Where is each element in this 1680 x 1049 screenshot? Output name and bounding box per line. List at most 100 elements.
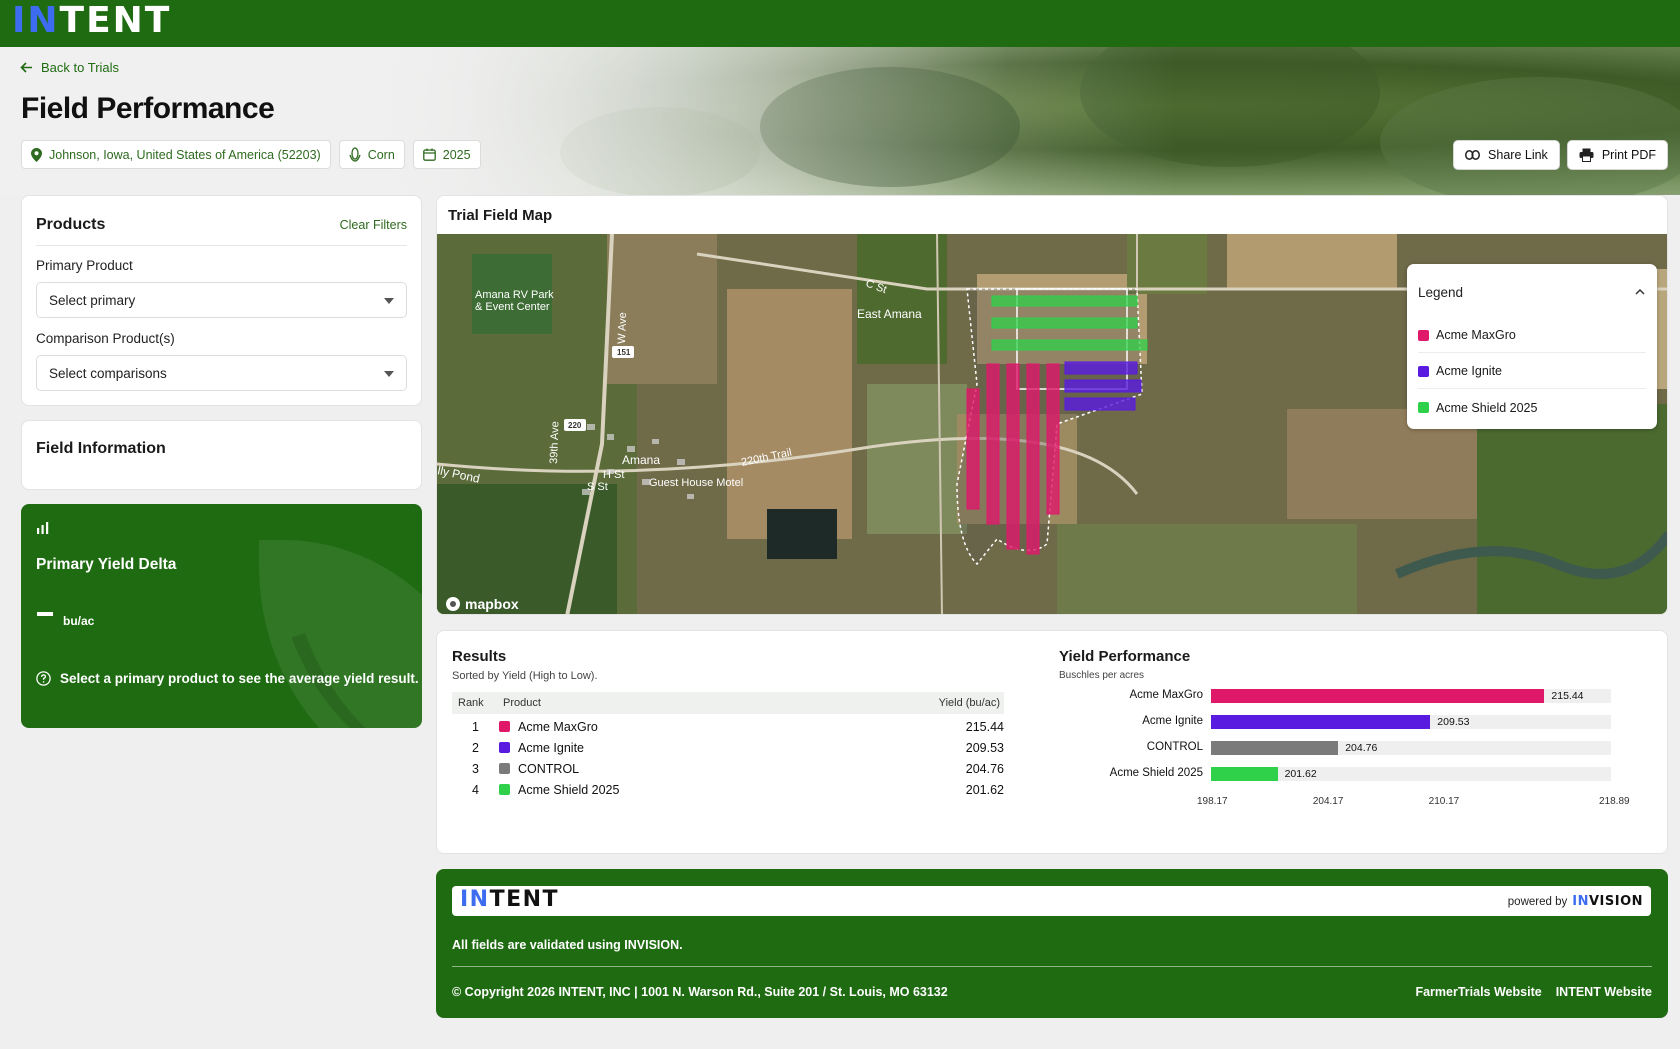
product-swatch xyxy=(499,784,510,795)
map-label: W Ave xyxy=(616,312,629,344)
comparison-select-value: Select comparisons xyxy=(49,365,167,381)
comparison-product-label: Comparison Product(s) xyxy=(36,331,175,346)
calendar-icon xyxy=(422,148,436,161)
copyright: © Copyright 2026 INTENT, INC | 1001 N. W… xyxy=(452,985,948,999)
table-row[interactable]: 1 Acme MaxGro 215.44 xyxy=(452,716,1004,737)
product-swatch xyxy=(499,742,510,753)
map-label: H St xyxy=(603,469,624,481)
crop-text: Corn xyxy=(367,147,395,162)
map-pin-icon xyxy=(31,147,42,162)
yield-cell: 201.62 xyxy=(965,783,1004,797)
primary-product-select[interactable]: Select primary xyxy=(36,282,407,318)
primary-product-label: Primary Product xyxy=(36,258,133,273)
location-chip: Johnson, Iowa, United States of America … xyxy=(21,140,331,169)
chart-title: Yield Performance xyxy=(1059,648,1191,665)
table-header: Rank Product Yield (bu/ac) xyxy=(452,692,1004,714)
share-link-button[interactable]: Share Link xyxy=(1453,140,1560,170)
yield-cell: 209.53 xyxy=(965,741,1004,755)
footer-brand-bar: INTENT powered by INVISION xyxy=(452,886,1651,916)
top-bar: INTENT xyxy=(0,0,1680,47)
clear-filters-button[interactable]: Clear Filters xyxy=(340,218,407,232)
products-title: Products xyxy=(36,216,106,233)
powered-by: powered by INVISION xyxy=(1508,894,1643,909)
map-label: Guest House Motel xyxy=(649,477,743,489)
chevron-up-icon[interactable] xyxy=(1635,288,1645,295)
print-pdf-button[interactable]: Print PDF xyxy=(1566,140,1668,170)
legend-title: Legend xyxy=(1418,285,1464,300)
mapbox-logo-icon xyxy=(446,597,460,611)
product-swatch xyxy=(499,721,510,732)
footer-intent-logo[interactable]: INTENT xyxy=(460,887,559,912)
bar[interactable] xyxy=(1211,715,1431,729)
bar-label: Acme MaxGro xyxy=(1129,689,1204,701)
year-chip: 2025 xyxy=(412,140,481,169)
bar-label: CONTROL xyxy=(1146,741,1203,753)
product-swatch xyxy=(499,763,510,774)
farmertrials-website-link[interactable]: FarmerTrials Website xyxy=(1415,985,1541,999)
bar-label: Acme Ignite xyxy=(1142,715,1203,727)
page-actions: Share Link Print PDF xyxy=(1453,140,1668,170)
map-label: Amana RV Park xyxy=(475,289,554,301)
footer: INTENT powered by INVISION All fields ar… xyxy=(436,869,1668,1018)
link-icon xyxy=(1465,150,1480,160)
bar-value-label: 201.62 xyxy=(1284,768,1317,780)
yield-cell: 204.76 xyxy=(965,762,1004,776)
bar[interactable] xyxy=(1211,767,1278,781)
bar[interactable] xyxy=(1211,689,1545,703)
primary-yield-delta-title: Primary Yield Delta xyxy=(36,556,177,573)
results-title: Results xyxy=(452,648,507,665)
bar-chart-icon xyxy=(37,522,49,534)
x-tick-label: 210.17 xyxy=(1428,796,1460,807)
back-to-trials-link[interactable]: Back to Trials xyxy=(20,60,119,75)
intent-logo[interactable]: INTENT xyxy=(12,2,171,40)
map-legend: Legend Acme MaxGro Acme Ignite Acme Shie… xyxy=(1407,264,1657,429)
map-label: East Amana xyxy=(857,307,922,321)
results-subtitle: Sorted by Yield (High to Low). xyxy=(452,670,598,682)
field-information-panel: Field Information xyxy=(21,420,422,490)
divider xyxy=(36,245,407,246)
bar-label: Acme Shield 2025 xyxy=(1109,767,1203,779)
road-shield: 151 xyxy=(617,348,631,357)
legend-item-label: Acme Ignite xyxy=(1436,364,1503,378)
road-shield: 220 xyxy=(568,421,582,430)
rank-cell: 1 xyxy=(472,720,479,734)
comparison-products-select[interactable]: Select comparisons xyxy=(36,355,407,391)
delta-message: Select a primary product to see the aver… xyxy=(36,671,419,686)
column-header-product: Product xyxy=(503,697,541,709)
legend-swatch xyxy=(1418,402,1429,413)
invision-logo[interactable]: INVISION xyxy=(1572,894,1643,909)
location-text: Johnson, Iowa, United States of America … xyxy=(49,147,321,162)
bar[interactable] xyxy=(1211,741,1339,755)
rank-cell: 3 xyxy=(472,762,479,776)
bar-value-label: 209.53 xyxy=(1437,716,1470,728)
products-panel: Products Clear Filters Primary Product S… xyxy=(21,195,422,406)
bar-value-label: 204.76 xyxy=(1345,742,1378,754)
field-information-title: Field Information xyxy=(36,440,166,457)
map-label: S St xyxy=(587,481,608,493)
table-row[interactable]: 4 Acme Shield 2025 201.62 xyxy=(452,779,1004,800)
crop-chip: Corn xyxy=(338,140,405,169)
corn-icon xyxy=(349,147,361,162)
year-text: 2025 xyxy=(442,147,471,162)
arrow-left-icon xyxy=(20,62,32,73)
legend-item: Acme Ignite xyxy=(1418,354,1646,389)
delta-message-text: Select a primary product to see the aver… xyxy=(60,671,419,686)
product-cell: Acme Ignite xyxy=(518,741,585,755)
column-header-rank: Rank xyxy=(458,697,484,709)
results-card: Results Sorted by Yield (High to Low). R… xyxy=(436,630,1668,854)
x-tick-label: 204.17 xyxy=(1312,796,1344,807)
share-label: Share Link xyxy=(1488,148,1548,162)
mapbox-attribution[interactable]: mapbox xyxy=(445,596,519,612)
x-tick-label: 218.89 xyxy=(1599,796,1630,807)
footer-divider xyxy=(452,966,1652,967)
intent-website-link[interactable]: INTENT Website xyxy=(1556,985,1652,999)
rank-cell: 4 xyxy=(472,783,479,797)
trial-field-map-card: Trial Field Map Amana RV Park & Event Ce… xyxy=(436,195,1668,615)
printer-icon xyxy=(1579,148,1594,162)
validation-note: All fields are validated using INVISION. xyxy=(452,938,683,952)
yield-cell: 215.44 xyxy=(965,720,1004,734)
chart-subtitle: Buschles per acres xyxy=(1059,670,1145,681)
primary-yield-delta-card: Primary Yield Delta bu/ac Select a prima… xyxy=(21,504,422,728)
table-row[interactable]: 3 CONTROL 204.76 xyxy=(452,758,1004,779)
table-row[interactable]: 2 Acme Ignite 209.53 xyxy=(452,737,1004,758)
